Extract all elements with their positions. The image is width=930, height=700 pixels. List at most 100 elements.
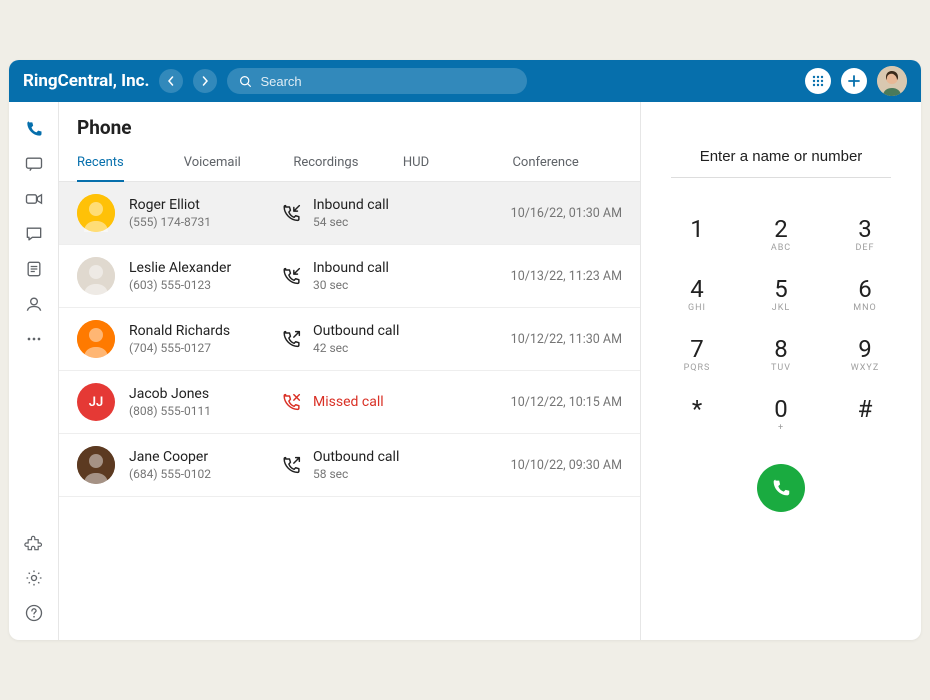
dial-key-4[interactable]: 4GHI [662, 266, 732, 322]
call-timestamp: 10/12/22, 11:30 AM [492, 332, 622, 347]
call-row[interactable]: Jane Cooper(684) 555-0102Outbound call58… [59, 434, 640, 497]
search-input[interactable] [260, 74, 515, 89]
dial-key-7[interactable]: 7PQRS [662, 326, 732, 382]
profile-avatar[interactable] [877, 66, 907, 96]
call-type: Outbound call 42 sec [281, 323, 478, 355]
dial-keypad: 1 2ABC3DEF4GHI5JKL6MNO7PQRS8TUV9WXYZ* 0+… [662, 206, 900, 442]
rail-settings[interactable] [17, 561, 51, 595]
key-letters [695, 423, 698, 433]
key-letters: DEF [856, 243, 875, 253]
contact-avatar [77, 446, 115, 484]
call-outbound-icon [281, 454, 303, 476]
tab-voicemail[interactable]: Voicemail [184, 145, 294, 181]
call-type-label: Inbound call [313, 197, 389, 213]
notes-icon [24, 259, 44, 279]
key-letters: ABC [771, 243, 791, 253]
contact-info: Ronald Richards (704) 555-0127 [129, 323, 267, 355]
key-digit: 8 [774, 335, 788, 363]
chevron-right-icon [200, 76, 210, 86]
page-title: Phone [59, 102, 640, 145]
dial-key-5[interactable]: 5JKL [746, 266, 816, 322]
phone-tabs: Recents VoicemailRecordingsHUDConference [59, 145, 640, 182]
key-letters: WXYZ [851, 363, 879, 373]
call-list: Roger Elliot (555) 174-8731 Inbound call54… [59, 182, 640, 640]
call-timestamp: 10/12/22, 10:15 AM [492, 395, 622, 410]
dial-input[interactable] [671, 138, 891, 178]
dial-key-*[interactable]: * [662, 386, 732, 442]
nav-forward-button[interactable] [193, 69, 217, 93]
call-button[interactable] [757, 464, 805, 512]
rail-more[interactable] [17, 322, 51, 356]
call-type-label: Outbound call [313, 449, 399, 465]
call-type-label: Inbound call [313, 260, 389, 276]
tab-hud[interactable]: HUD [403, 145, 513, 181]
call-row[interactable]: Leslie Alexander(603) 555-0123 Inbound ca… [59, 245, 640, 308]
top-bar: RingCentral, Inc. [9, 60, 921, 102]
contact-icon [24, 294, 44, 314]
call-row[interactable]: Roger Elliot (555) 174-8731 Inbound call54… [59, 182, 640, 245]
call-row[interactable]: Ronald Richards (704) 555-0127 Outbound ca… [59, 308, 640, 371]
contact-phone: (704) 555-0127 [129, 341, 267, 355]
nav-back-button[interactable] [159, 69, 183, 93]
call-duration: 30 sec [313, 278, 389, 292]
dial-key-9[interactable]: 9WXYZ [830, 326, 900, 382]
call-timestamp: 10/10/22, 09:30 AM [492, 458, 622, 473]
dial-key-3[interactable]: 3DEF [830, 206, 900, 262]
call-outbound-icon [281, 328, 303, 350]
dialer-panel: 1 2ABC3DEF4GHI5JKL6MNO7PQRS8TUV9WXYZ* 0+… [641, 102, 921, 640]
key-digit: 9 [858, 335, 872, 363]
dial-key-8[interactable]: 8TUV [746, 326, 816, 382]
key-digit: 6 [858, 275, 872, 303]
call-row[interactable]: JJJacob Jones(808) 555-0111Missed call10… [59, 371, 640, 434]
key-letters [863, 423, 866, 433]
contact-info: Leslie Alexander(603) 555-0123 [129, 260, 267, 292]
rail-video[interactable] [17, 182, 51, 216]
dial-key-#[interactable]: # [830, 386, 900, 442]
key-letters: + [778, 423, 784, 433]
tab-conference[interactable]: Conference [512, 145, 622, 181]
key-letters: GHI [688, 303, 706, 313]
key-digit: * [692, 395, 702, 423]
rail-phone[interactable] [17, 112, 51, 146]
rail-tasks[interactable] [17, 252, 51, 286]
call-duration: 42 sec [313, 341, 399, 355]
app-window: RingCentral, Inc. [9, 60, 921, 640]
call-type: Missed call [281, 391, 478, 413]
chevron-left-icon [166, 76, 176, 86]
contact-info: Roger Elliot (555) 174-8731 [129, 197, 267, 229]
more-icon [24, 329, 44, 349]
dialpad-button[interactable] [805, 68, 831, 94]
call-inbound-icon [281, 265, 303, 287]
tab-recordings[interactable]: Recordings [293, 145, 403, 181]
rail-messages[interactable] [17, 147, 51, 181]
call-duration: 58 sec [313, 467, 399, 481]
new-action-button[interactable] [841, 68, 867, 94]
message-icon [24, 154, 44, 174]
call-type: Inbound call54 sec [281, 197, 478, 229]
rail-chat[interactable] [17, 217, 51, 251]
key-digit: 7 [690, 335, 704, 363]
rail-help[interactable] [17, 596, 51, 630]
key-letters: TUV [771, 363, 791, 373]
contact-name: Ronald Richards [129, 323, 267, 339]
call-type-label: Missed call [313, 394, 384, 410]
contact-name: Roger Elliot [129, 197, 267, 213]
contact-avatar [77, 320, 115, 358]
dial-key-2[interactable]: 2ABC [746, 206, 816, 262]
contact-phone: (555) 174-8731 [129, 215, 267, 229]
contact-name: Jacob Jones [129, 386, 267, 402]
dial-key-0[interactable]: 0+ [746, 386, 816, 442]
dial-key-1[interactable]: 1 [662, 206, 732, 262]
key-digit: # [858, 395, 873, 423]
dial-key-6[interactable]: 6MNO [830, 266, 900, 322]
key-digit: 5 [774, 275, 788, 303]
tab-recents[interactable]: Recents [77, 145, 124, 182]
search-field[interactable] [227, 68, 527, 94]
call-type-label: Outbound call [313, 323, 399, 339]
key-letters: PQRS [684, 363, 711, 373]
call-type: Inbound call 30 sec [281, 260, 478, 292]
avatar-icon [77, 320, 115, 358]
rail-apps[interactable] [17, 526, 51, 560]
calls-panel: Phone Recents VoicemailRecordingsHUDConfe… [59, 102, 641, 640]
rail-contacts[interactable] [17, 287, 51, 321]
